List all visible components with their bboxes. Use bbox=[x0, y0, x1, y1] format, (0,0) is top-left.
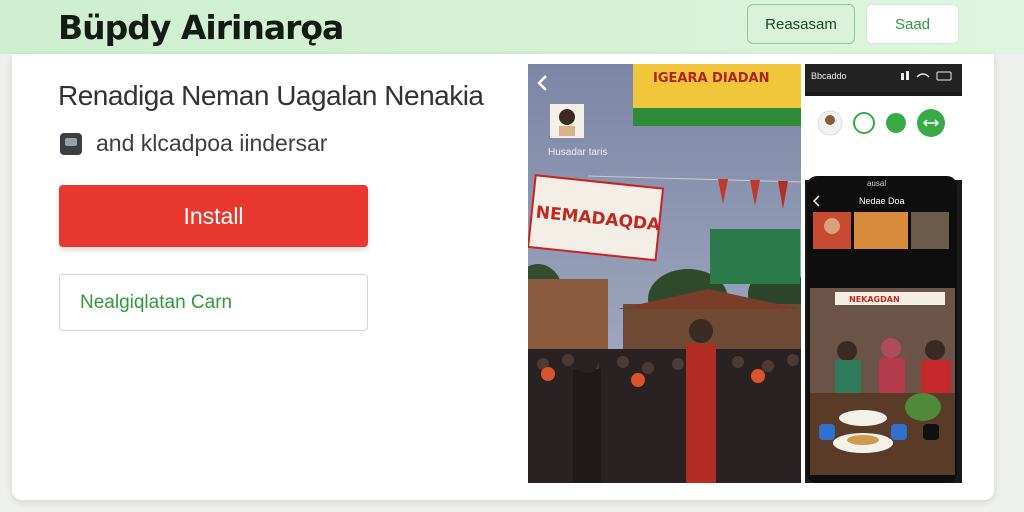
phone-app-image: Bbcaddo ausal Nedae Doa NEKAGDAN bbox=[805, 64, 962, 483]
screenshot-phone[interactable]: Bbcaddo ausal Nedae Doa NEKAGDAN bbox=[805, 64, 962, 483]
screenshot-festival[interactable]: IGEARA DIADAN NEMADAQDA Husadar taris bbox=[528, 64, 801, 483]
inner-title: Nedae Doa bbox=[859, 196, 905, 206]
top-bar: Büpdy Airinarǫa Reasasam Saad bbox=[0, 0, 1024, 54]
festival-scene-image: IGEARA DIADAN NEMADAQDA Husadar taris bbox=[528, 64, 801, 483]
secondary-header-button[interactable]: Reasasam bbox=[747, 4, 855, 44]
profile-name: Husadar taris bbox=[548, 147, 607, 158]
app-title: Büpdy Airinarǫa bbox=[58, 8, 344, 47]
status-bar-text: Bbcaddo bbox=[811, 71, 847, 81]
inner-status-text: ausal bbox=[867, 179, 886, 188]
video-banner-text: NEKAGDAN bbox=[849, 295, 900, 304]
document-icon bbox=[60, 132, 82, 155]
top-banner-text: IGEARA DIADAN bbox=[653, 71, 769, 86]
home-icon[interactable] bbox=[853, 112, 875, 134]
meta-row: and klcadpoa iindersar bbox=[60, 130, 327, 157]
phone-icon[interactable] bbox=[886, 113, 906, 133]
meta-text: and klcadpoa iindersar bbox=[96, 130, 328, 156]
secondary-action-button[interactable]: Nealgiqlatan Carn bbox=[59, 274, 368, 331]
save-button[interactable]: Saad bbox=[866, 4, 959, 44]
install-button[interactable]: Install bbox=[59, 185, 368, 247]
app-name: Renadiga Neman Uagalan Nenakia bbox=[58, 80, 484, 111]
